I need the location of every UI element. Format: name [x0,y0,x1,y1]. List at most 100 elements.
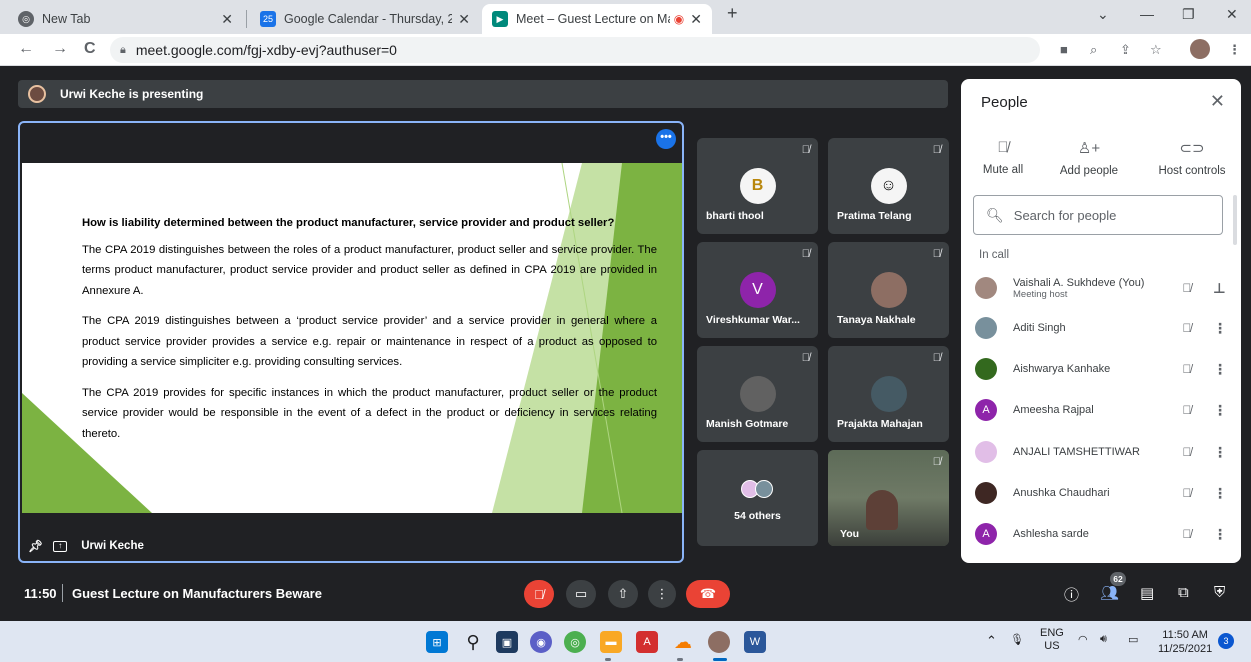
people-icon[interactable]: 👥︎ [1100,584,1119,602]
acrobat-icon[interactable]: A [636,631,658,653]
add-people-button[interactable]: ♙+ Add people [1049,139,1129,177]
notification-badge[interactable]: 3 [1218,633,1234,649]
participant-tile[interactable]: 🎙̸ B bharti thool [697,138,818,234]
more-options-icon[interactable]: ⋮ [1213,361,1227,378]
share-icon[interactable]: ⇪ [1120,42,1131,58]
mic-off-icon: 🎙̸ [1182,403,1192,417]
participant-row[interactable]: Vaishali A. Sukhdeve (You) Meeting host … [975,273,1226,303]
system-clock[interactable]: 11:50 AM 11/25/2021 [1158,628,1212,656]
participant-name: Ameesha Rajpal [1013,404,1094,416]
wifi-icon[interactable]: ◠ [1078,633,1088,646]
tray-chevron-icon[interactable]: ⌃ [986,633,997,649]
more-options-icon[interactable]: ⋮ [1213,444,1227,461]
search-people-input[interactable]: 🔍︎ Search for people [973,195,1223,235]
hang-up-icon: ☎ [699,586,717,601]
zoom-icon[interactable]: ⌕ [1090,42,1097,58]
present-button[interactable]: ⇧ [608,580,638,608]
participant-tile[interactable]: 🎙̸ ☺ Pratima Telang [828,138,949,234]
meeting-controls-bar: 11:50 Guest Lecture on Manufacturers Bew… [0,570,1251,618]
mic-toggle-button[interactable]: 🎙̸ [524,580,554,608]
maximize-icon[interactable]: ❐ [1182,6,1195,23]
participant-name: Aishwarya Kanhake [1013,363,1111,375]
participant-name: Anushka Chaudhari [1013,487,1110,499]
chrome-app-icon[interactable]: ◎ [564,631,586,653]
more-options-icon[interactable]: ••• [656,129,676,149]
search-icon[interactable]: ⚲ [462,631,484,653]
window-close-icon[interactable]: ✕ [1226,6,1238,23]
participant-tile[interactable]: 🎙̸ V Vireshkumar War... [697,242,818,338]
chat-app-icon[interactable]: ◉ [530,631,552,653]
participant-tile[interactable]: 🎙̸ Manish Gotmare [697,346,818,442]
cloud-app-icon[interactable]: ☁ [672,631,694,653]
others-tile[interactable]: 54 others [697,450,818,546]
participant-row[interactable]: A Ashlesha sarde 🎙̸ ⋮ [975,519,1227,549]
minimize-icon[interactable]: — [1140,6,1154,22]
file-explorer-icon[interactable]: ▬ [600,631,622,653]
more-options-icon[interactable]: ⋮ [1213,485,1227,502]
mic-off-icon: 🎙̸ [932,248,941,260]
windows-start-icon[interactable]: ⊞ [426,631,448,653]
word-icon[interactable]: W [744,631,766,653]
back-icon[interactable]: ← [18,40,34,58]
pin-icon[interactable]: ⊥ [1213,280,1226,297]
self-label: You [840,528,860,540]
search-placeholder: Search for people [1013,207,1117,223]
more-options-icon[interactable]: ⋮ [1213,402,1227,419]
activities-icon[interactable]: ⧉ [1178,584,1189,601]
participant-row[interactable]: A Ameesha Rajpal 🎙̸ ⋮ [975,395,1227,425]
mute-all-button[interactable]: 🎙̸ Mute all [975,139,1031,176]
close-panel-icon[interactable]: ✕ [1210,91,1225,112]
search-icon: 🔍︎ [986,206,1004,223]
presenter-name: Urwi Keche [81,540,144,552]
tab-search-chevron-icon[interactable]: ⌄ [1097,6,1109,23]
chrome-menu-icon[interactable]: ⋮ [1228,42,1241,58]
bookmark-star-icon[interactable]: ☆ [1150,42,1162,58]
mic-off-icon: 🎙̸ [801,248,810,260]
reload-icon[interactable]: C [84,40,96,58]
meeting-info-icon[interactable]: ⓘ [1064,584,1079,605]
address-bar[interactable]: 🔒︎ meet.google.com/fgj-xdby-evj?authuser… [110,37,1040,63]
tab-google-calendar[interactable]: 25 Google Calendar - Thursday, 25 N ✕ [250,4,480,34]
more-options-button[interactable]: ⋮ [648,580,676,608]
volume-icon[interactable]: 🔊︎ [1100,633,1107,646]
tab-new-tab[interactable]: ◎ New Tab ✕ [8,4,243,34]
host-controls-icon[interactable]: ⛨ [1214,584,1225,601]
task-view-icon[interactable]: ▣ [496,631,518,653]
more-vert-icon: ⋮ [655,586,669,601]
close-tab-icon[interactable]: ✕ [458,11,470,28]
close-tab-icon[interactable]: ✕ [690,11,702,28]
participant-row[interactable]: Aditi Singh 🎙̸ ⋮ [975,313,1227,343]
self-view-tile[interactable]: 🎙̸ You [828,450,949,546]
more-options-icon[interactable]: ⋮ [1213,526,1227,543]
host-controls-button[interactable]: ⊂⊃ Host controls [1147,139,1237,177]
avatar: B [739,168,776,204]
leave-call-button[interactable]: ☎ [686,580,730,608]
action-label: Add people [1059,165,1119,177]
close-tab-icon[interactable]: ✕ [221,11,233,28]
avatar [739,376,776,412]
chat-icon[interactable]: ▤ [1140,584,1154,602]
participant-tile[interactable]: 🎙̸ Prajakta Mahajan [828,346,949,442]
scrollbar[interactable] [1233,195,1237,245]
forward-icon[interactable]: → [52,40,68,58]
meeting-time: 11:50 [24,586,57,601]
browser-tab-strip: ◎ New Tab ✕ 25 Google Calendar - Thursda… [0,0,1251,34]
participant-row[interactable]: Aishwarya Kanhake 🎙̸ ⋮ [975,354,1227,384]
language-indicator[interactable]: ENG US [1040,627,1064,653]
mic-off-icon: 🎙̸ [1182,362,1192,376]
tab-meet[interactable]: ▶ Meet – Guest Lecture on Ma ◉ ✕ [482,4,712,34]
camera-toggle-button[interactable]: ▭ [566,580,596,608]
participant-row[interactable]: ANJALI TAMSHETTIWAR 🎙̸ ⋮ [975,437,1227,467]
camera-in-use-icon[interactable]: ■ [1060,42,1068,57]
profile-avatar[interactable] [1190,39,1210,59]
more-options-icon[interactable]: ⋮ [1213,320,1227,337]
battery-icon[interactable]: ▭ [1128,633,1138,646]
participant-tile[interactable]: 🎙̸ Tanaya Nakhale [828,242,949,338]
microphone-icon[interactable]: 🎙︎ [1010,633,1024,646]
chrome-profile-icon[interactable] [708,631,730,653]
camera-icon: ▭ [574,586,588,601]
presentation-tile[interactable]: ••• How is liability determined between … [18,121,684,563]
new-tab-plus-icon[interactable]: + [727,3,738,24]
pin-icon[interactable]: 📌︎ [28,539,43,553]
participant-row[interactable]: Anushka Chaudhari 🎙̸ ⋮ [975,478,1227,508]
